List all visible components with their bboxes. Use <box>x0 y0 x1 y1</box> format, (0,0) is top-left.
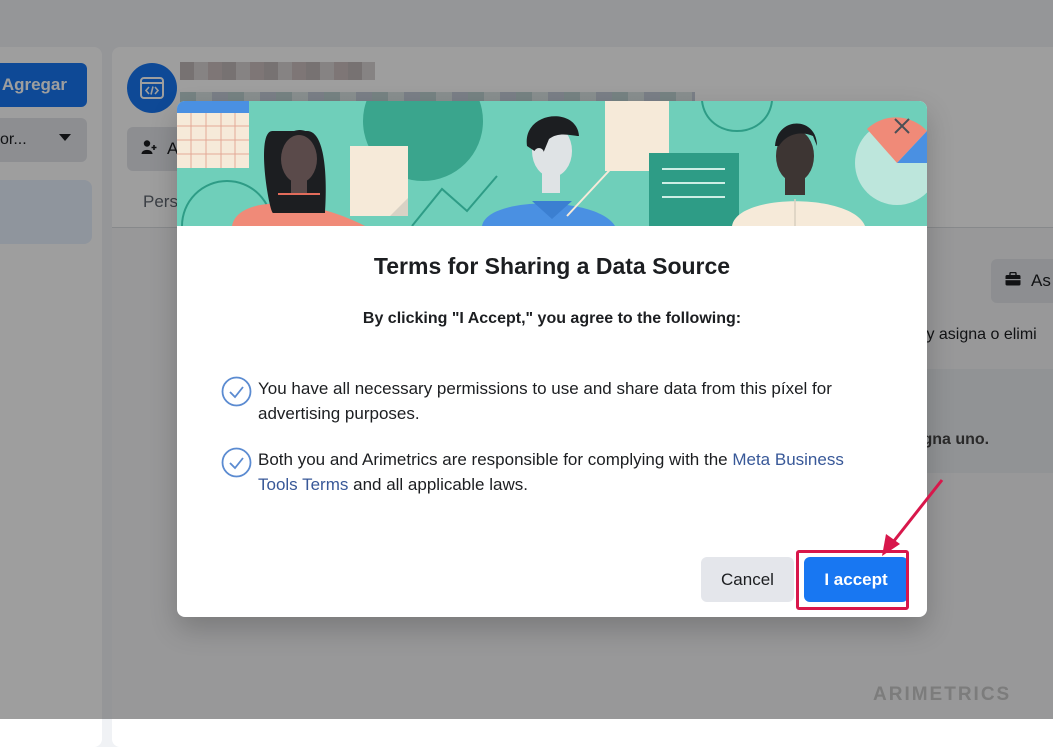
term-text: You have all necessary permissions to us… <box>258 379 832 423</box>
close-icon <box>894 118 910 134</box>
cancel-button[interactable]: Cancel <box>701 557 794 602</box>
dialog-title: Terms for Sharing a Data Source <box>373 253 731 279</box>
people-illustration <box>177 101 927 226</box>
term-text: Both you and Arimetrics are responsible … <box>258 447 881 497</box>
terms-dialog: Terms for Sharing a Data Source By click… <box>177 101 927 617</box>
dialog-subtitle: By clicking "I Accept," you agree to the… <box>362 310 742 327</box>
term-text-after: and all applicable laws. <box>348 475 528 494</box>
check-circle-icon <box>221 376 252 407</box>
close-button[interactable] <box>889 113 915 139</box>
term-item: Both you and Arimetrics are responsible … <box>221 447 881 497</box>
term-text-before: Both you and Arimetrics are responsible … <box>258 450 733 469</box>
term-item: You have all necessary permissions to us… <box>221 376 881 426</box>
annotation-arrow-icon <box>882 479 944 556</box>
check-circle-icon <box>221 447 252 478</box>
